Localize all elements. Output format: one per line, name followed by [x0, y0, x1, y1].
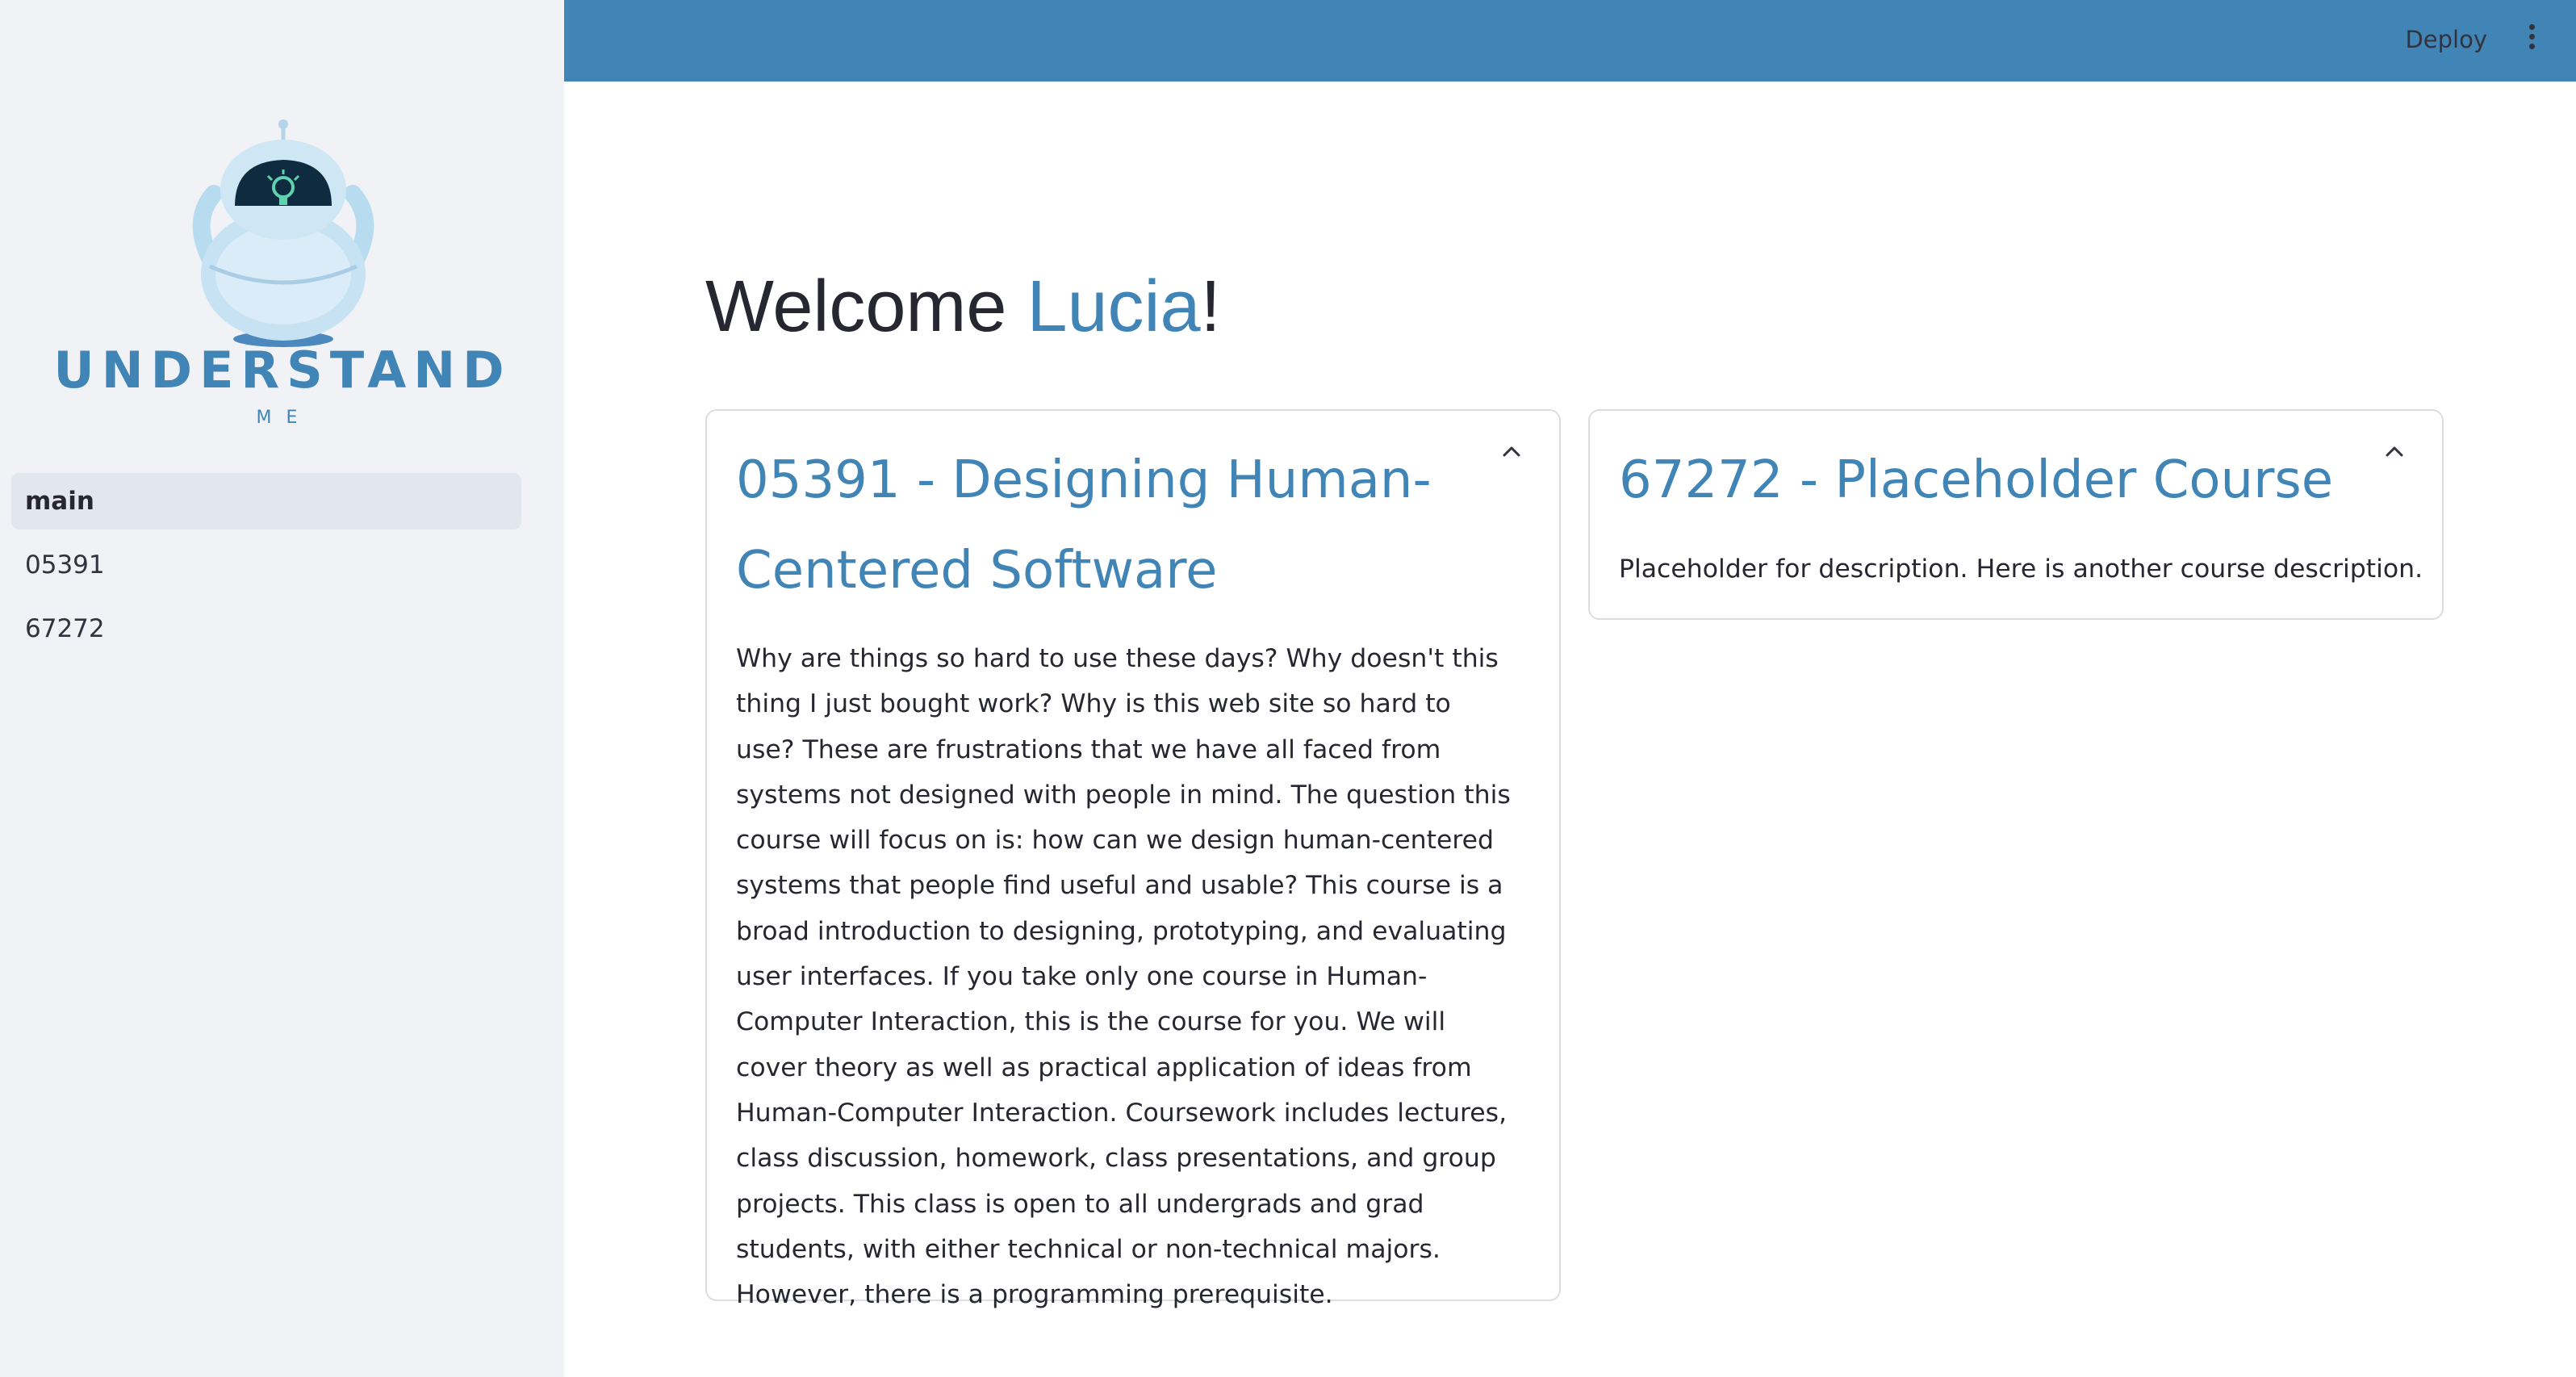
logo-subtext: ME	[257, 408, 312, 428]
course-card-67272: 67272 - Placeholder Course Placeholder f…	[1588, 409, 2444, 620]
page-title: Welcome Lucia!	[705, 262, 1221, 351]
chevron-up-icon[interactable]	[2382, 440, 2407, 464]
vertical-dots-icon[interactable]	[2526, 24, 2537, 55]
chevron-up-icon[interactable]	[1499, 440, 1524, 464]
sidebar-item-label: 67272	[25, 614, 105, 643]
understand-me-logo: UNDERSTAND ME	[56, 113, 508, 444]
top-header: Deploy	[564, 0, 2576, 82]
logo-text: UNDERSTAND	[56, 341, 508, 400]
welcome-prefix: Welcome	[705, 266, 1027, 347]
sidebar-item-67272[interactable]: 67272	[11, 601, 521, 657]
welcome-suffix: !	[1200, 266, 1221, 347]
course-card-05391: 05391 - Designing Human-Centered Softwar…	[705, 409, 1561, 1309]
sidebar-item-main[interactable]: main	[11, 473, 521, 529]
sidebar-item-05391[interactable]: 05391	[11, 537, 521, 593]
course-title: 67272 - Placeholder Course	[1619, 450, 2334, 510]
app: UNDERSTAND ME main 05391 67272 Deploy We…	[0, 0, 2576, 1377]
user-name: Lucia	[1027, 266, 1201, 347]
course-title: 05391 - Designing Human-Centered Softwar…	[736, 450, 1432, 601]
deploy-button[interactable]: Deploy	[2405, 21, 2487, 58]
course-description: Why are things so hard to use these days…	[736, 644, 1511, 1310]
sidebar-item-label: 05391	[25, 550, 105, 580]
sidebar: UNDERSTAND ME main 05391 67272	[0, 0, 564, 1377]
course-description: Placeholder for description. Here is ano…	[1619, 555, 2423, 584]
sidebar-item-label: main	[25, 487, 94, 516]
sidebar-nav: main 05391 67272	[11, 473, 521, 664]
